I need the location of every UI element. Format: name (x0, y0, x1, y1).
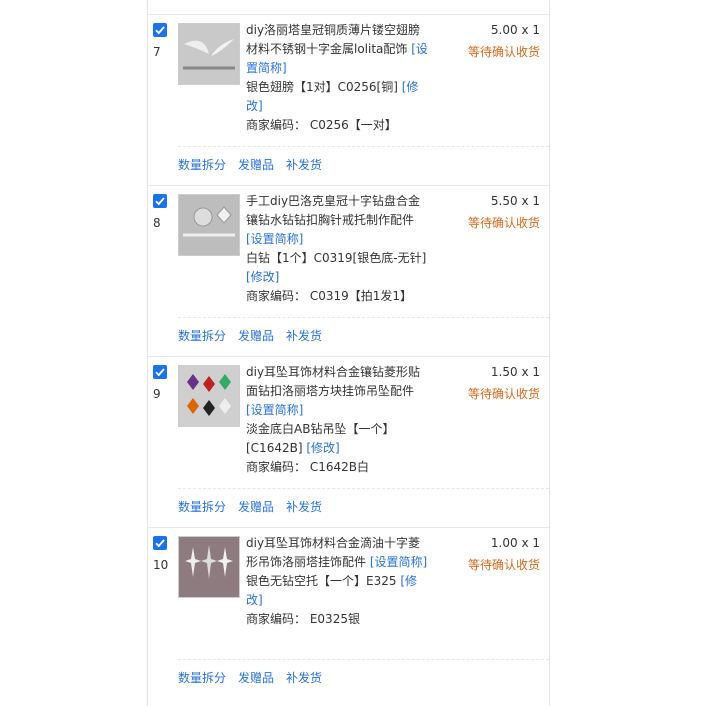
send-gift-link[interactable]: 发赠品 (238, 671, 274, 685)
divider (178, 659, 549, 660)
divider (178, 488, 549, 489)
item-checkbox[interactable] (153, 194, 167, 208)
modify-link[interactable]: [修改] (246, 270, 279, 284)
item-info: diy洛丽塔皇冠铜质薄片镂空翅膀材料不锈钢十字金属lolita配饰 [设置简称]… (246, 21, 431, 135)
merchant-code: C0256【一对】 (309, 118, 397, 132)
status-text: 等待确认收货 (467, 558, 540, 572)
price-quantity: 1.50 x 1 (490, 365, 540, 379)
reship-link[interactable]: 补发货 (286, 500, 322, 514)
product-thumbnail[interactable] (178, 194, 240, 256)
order-item: 10 diy耳坠耳饰材料合金滴油十字菱形吊饰洛丽塔挂饰配件 [设置简称] 银色无… (148, 528, 549, 699)
modify-link[interactable]: [修改] (306, 441, 339, 455)
divider (178, 146, 549, 147)
send-gift-link[interactable]: 发赠品 (238, 158, 274, 172)
reship-link[interactable]: 补发货 (286, 671, 322, 685)
item-actions: 数量拆分 发赠品 补发货 (178, 669, 334, 688)
merchant-code: C1642B白 (309, 460, 369, 474)
sku-text: 白钻【1个】C0319[银色底-无针] (246, 251, 427, 265)
set-short-name-link[interactable]: [设置简称] (370, 555, 427, 569)
merchant-code-label: 商家编码： (246, 118, 307, 132)
status-text: 等待确认收货 (467, 216, 540, 230)
item-actions: 数量拆分 发赠品 补发货 (178, 327, 334, 346)
split-quantity-link[interactable]: 数量拆分 (178, 500, 226, 514)
item-checkbox[interactable] (153, 365, 167, 379)
reship-link[interactable]: 补发货 (286, 329, 322, 343)
item-checkbox[interactable] (153, 23, 167, 37)
product-title[interactable]: diy洛丽塔皇冠铜质薄片镂空翅膀材料不锈钢十字金属lolita配饰 (246, 23, 420, 56)
order-item: 7 diy洛丽塔皇冠铜质薄片镂空翅膀材料不锈钢十字金属lolita配饰 [设置简… (148, 15, 549, 186)
product-thumbnail[interactable] (178, 365, 240, 427)
merchant-code-label: 商家编码： (246, 460, 307, 474)
set-short-name-link[interactable]: [设置简称] (246, 403, 303, 417)
price-quantity: 5.50 x 1 (490, 194, 540, 208)
brooch-image-icon (179, 195, 239, 255)
product-thumbnail[interactable] (178, 536, 240, 598)
order-items-panel: 7 diy洛丽塔皇冠铜质薄片镂空翅膀材料不锈钢十字金属lolita配饰 [设置简… (147, 0, 550, 706)
item-actions: 数量拆分 发赠品 补发货 (178, 156, 334, 175)
item-index: 8 (153, 216, 161, 230)
order-item: 9 diy耳坠耳饰材料合金镶钻菱形贴面钻扣洛丽塔方块挂饰吊坠配件 [设置简称] … (148, 357, 549, 528)
item-index: 7 (153, 45, 161, 59)
wings-image-icon (179, 24, 239, 84)
item-actions: 数量拆分 发赠品 补发货 (178, 498, 334, 517)
merchant-code: C0319【拍1发1】 (309, 289, 413, 303)
checkmark-icon (155, 26, 165, 35)
checkmark-icon (155, 197, 165, 206)
split-quantity-link[interactable]: 数量拆分 (178, 671, 226, 685)
checkmark-icon (155, 539, 165, 548)
item-info: diy耳坠耳饰材料合金镶钻菱形贴面钻扣洛丽塔方块挂饰吊坠配件 [设置简称] 淡金… (246, 363, 431, 477)
item-info: 手工diy巴洛克皇冠十字钻盘合金镶钻水钻钻扣胸针戒托制作配件 [设置简称] 白钻… (246, 192, 431, 306)
price-quantity: 5.00 x 1 (490, 23, 540, 37)
item-info: diy耳坠耳饰材料合金滴油十字菱形吊饰洛丽塔挂饰配件 [设置简称] 银色无钻空托… (246, 534, 431, 629)
checkmark-icon (155, 368, 165, 377)
item-checkbox[interactable] (153, 536, 167, 550)
product-thumbnail[interactable] (178, 23, 240, 85)
sku-text: 银色翅膀【1对】C0256[铜] (246, 80, 398, 94)
split-quantity-link[interactable]: 数量拆分 (178, 158, 226, 172)
status-text: 等待确认收货 (467, 45, 540, 59)
product-title[interactable]: 手工diy巴洛克皇冠十字钻盘合金镶钻水钻钻扣胸针戒托制作配件 (246, 194, 420, 227)
divider (178, 317, 549, 318)
send-gift-link[interactable]: 发赠品 (238, 500, 274, 514)
split-quantity-link[interactable]: 数量拆分 (178, 329, 226, 343)
cross-pendant-image-icon (179, 537, 239, 597)
send-gift-link[interactable]: 发赠品 (238, 329, 274, 343)
merchant-code: E0325银 (309, 612, 360, 626)
reship-link[interactable]: 补发货 (286, 158, 322, 172)
sku-text: 银色无钻空托【一个】E325 (246, 574, 397, 588)
set-short-name-link[interactable]: [设置简称] (246, 232, 303, 246)
item-index: 10 (153, 558, 169, 572)
price-quantity: 1.00 x 1 (490, 536, 540, 550)
product-title[interactable]: diy耳坠耳饰材料合金镶钻菱形贴面钻扣洛丽塔方块挂饰吊坠配件 (246, 365, 420, 398)
status-text: 等待确认收货 (467, 387, 540, 401)
order-item: 8 手工diy巴洛克皇冠十字钻盘合金镶钻水钻钻扣胸针戒托制作配件 [设置简称] … (148, 186, 549, 357)
pendant-image-icon (179, 366, 239, 426)
item-index: 9 (153, 387, 161, 401)
merchant-code-label: 商家编码： (246, 612, 307, 626)
merchant-code-label: 商家编码： (246, 289, 307, 303)
